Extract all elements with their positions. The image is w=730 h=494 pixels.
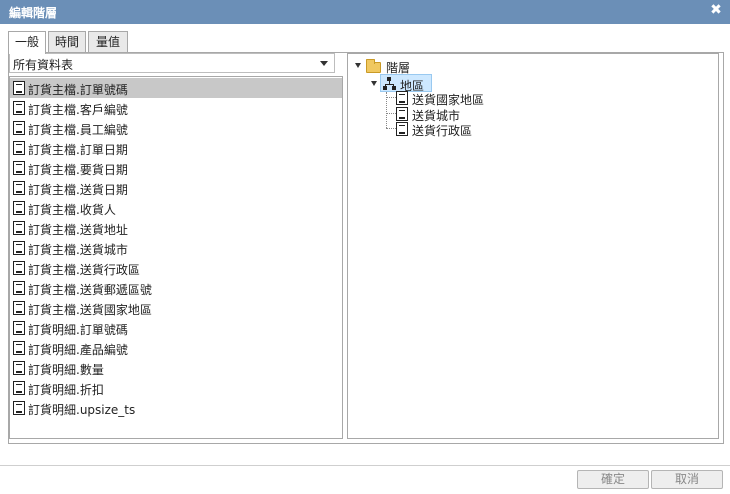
field-label: 訂貨主檔.客戶編號 (28, 103, 128, 117)
field-label: 訂貨主檔.送貨行政區 (28, 263, 140, 277)
tree-node-root[interactable]: 階層 (354, 57, 414, 75)
hierarchy-icon (383, 77, 397, 90)
field-icon (396, 107, 408, 121)
folder-icon (366, 59, 381, 73)
field-icon (396, 91, 408, 105)
field-icon (13, 81, 25, 95)
field-icon (13, 241, 25, 255)
field-list-item[interactable]: 訂貨明細.產品編號 (10, 338, 342, 358)
hierarchy-tree: 階層 地區 送貨國家地區 送貨城市 送貨行政區 (347, 53, 719, 439)
field-list-item[interactable]: 訂貨主檔.送貨郵遞區號 (10, 278, 342, 298)
cancel-button[interactable]: 取消 (651, 470, 723, 489)
field-list-item[interactable]: 訂貨明細.upsize_ts (10, 398, 342, 418)
table-select-value: 所有資料表 (13, 58, 74, 72)
field-label: 訂貨主檔.送貨郵遞區號 (28, 283, 152, 297)
field-list[interactable]: 訂貨主檔.訂單號碼 訂貨主檔.客戶編號 訂貨主檔.員工編號 訂貨主檔.訂單日期 訂貨主檔… (9, 76, 343, 439)
field-list-item[interactable]: 訂貨明細.訂單號碼 (10, 318, 342, 338)
field-icon (13, 261, 25, 275)
field-list-item[interactable]: 訂貨主檔.訂單日期 (10, 138, 342, 158)
field-icon (396, 122, 408, 136)
tree-level-item[interactable]: 送貨行政區 (396, 120, 516, 138)
field-label: 訂貨主檔.收貨人 (28, 203, 116, 217)
field-label: 訂貨主檔.員工編號 (28, 123, 128, 137)
field-list-item[interactable]: 訂貨主檔.送貨行政區 (10, 258, 342, 278)
field-label: 訂貨主檔.要貨日期 (28, 163, 128, 177)
field-icon (13, 401, 25, 415)
field-icon (13, 361, 25, 375)
tree-level-label: 送貨行政區 (412, 124, 473, 138)
field-list-item[interactable]: 訂貨主檔.員工編號 (10, 118, 342, 138)
field-icon (13, 281, 25, 295)
field-list-item[interactable]: 訂貨明細.折扣 (10, 378, 342, 398)
field-list-item[interactable]: 訂貨主檔.要貨日期 (10, 158, 342, 178)
field-label: 訂貨主檔.送貨地址 (28, 223, 128, 237)
field-icon (13, 161, 25, 175)
ok-button[interactable]: 確定 (577, 470, 649, 489)
tree-connector (386, 128, 396, 129)
expand-arrow-icon[interactable] (370, 79, 378, 87)
field-icon (13, 201, 25, 215)
field-icon (13, 181, 25, 195)
field-icon (13, 141, 25, 155)
field-list-item[interactable]: 訂貨明細.數量 (10, 358, 342, 378)
field-label: 訂貨主檔.送貨城市 (28, 243, 128, 257)
field-label: 訂貨主檔.送貨日期 (28, 183, 128, 197)
tab-measure[interactable]: 量值 (88, 31, 128, 53)
field-label: 訂貨主檔.送貨國家地區 (28, 303, 152, 317)
field-label: 訂貨明細.折扣 (28, 383, 104, 397)
tab-panel-general: 所有資料表 訂貨主檔.訂單號碼 訂貨主檔.客戶編號 訂貨主檔.員工編號 訂貨主檔.訂單… (8, 52, 724, 444)
dialog-titlebar: 編輯階層 ✖ (0, 0, 730, 24)
dialog-title: 編輯階層 (9, 6, 58, 20)
field-icon (13, 301, 25, 315)
tab-general[interactable]: 一般 (8, 31, 46, 54)
field-label: 訂貨明細.upsize_ts (28, 403, 136, 417)
table-select[interactable]: 所有資料表 (9, 53, 335, 73)
field-label: 訂貨明細.數量 (28, 363, 104, 377)
chevron-down-icon (320, 61, 328, 66)
field-icon (13, 221, 25, 235)
field-icon (13, 321, 25, 335)
field-label: 訂貨明細.訂單號碼 (28, 323, 128, 337)
close-icon[interactable]: ✖ (708, 2, 724, 20)
field-list-item[interactable]: 訂貨主檔.收貨人 (10, 198, 342, 218)
field-list-item[interactable]: 訂貨主檔.送貨日期 (10, 178, 342, 198)
expand-arrow-icon[interactable] (354, 61, 362, 69)
field-list-item[interactable]: 訂貨主檔.送貨地址 (10, 218, 342, 238)
field-icon (13, 121, 25, 135)
tree-connector (386, 97, 396, 98)
field-label: 訂貨主檔.訂單號碼 (28, 83, 128, 97)
tab-time[interactable]: 時間 (48, 31, 86, 53)
field-icon (13, 101, 25, 115)
tree-connector (386, 113, 396, 114)
footer-divider (0, 465, 730, 466)
field-list-item[interactable]: 訂貨主檔.訂單號碼 (10, 78, 342, 98)
field-label: 訂貨主檔.訂單日期 (28, 143, 128, 157)
field-list-item[interactable]: 訂貨主檔.送貨國家地區 (10, 298, 342, 318)
field-list-item[interactable]: 訂貨主檔.送貨城市 (10, 238, 342, 258)
field-label: 訂貨明細.產品編號 (28, 343, 128, 357)
field-icon (13, 381, 25, 395)
field-list-item[interactable]: 訂貨主檔.客戶編號 (10, 98, 342, 118)
field-icon (13, 341, 25, 355)
